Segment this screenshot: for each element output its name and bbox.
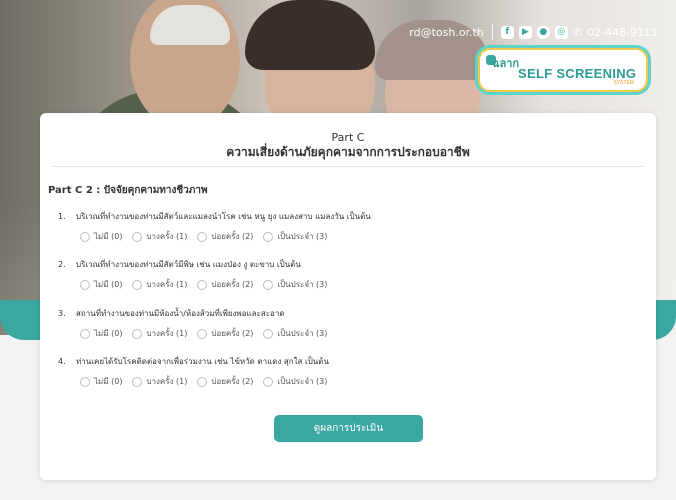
option-label: บ่อยครั้ง (2) xyxy=(211,280,254,289)
section-title: Part C 2 : ปัจจัยคุกคามทางชีวภาพ xyxy=(48,185,208,196)
question-1: 1. บริเวณที่ทำงานของท่านมีสัตว์และแมลงนำโ… xyxy=(58,210,371,223)
option-sometimes[interactable]: บางครั้ง (1) xyxy=(132,278,187,291)
radio-button[interactable] xyxy=(132,231,143,242)
option-never[interactable]: ไม่มี (0) xyxy=(80,327,122,340)
radio-button[interactable] xyxy=(197,279,208,290)
option-label: บ่อยครั้ง (2) xyxy=(211,329,254,338)
radio-button[interactable] xyxy=(197,376,208,387)
option-always[interactable]: เป็นประจำ (3) xyxy=(263,230,327,243)
facebook-icon[interactable]: f xyxy=(500,25,514,39)
option-label: บางครั้ง (1) xyxy=(146,232,188,241)
question-3: 3. สถานที่ทำงานของท่านมีห้องน้ำ/ห้องส้วมท… xyxy=(58,307,285,320)
radio-button[interactable] xyxy=(132,376,143,387)
self-screening-logo[interactable]: ฉลาก SELF SCREENING SYSTEM xyxy=(478,48,648,92)
option-label: บางครั้ง (1) xyxy=(146,377,188,386)
logo-main-text: SELF SCREENING xyxy=(518,66,637,81)
assessment-card: Part C ความเสี่ยงด้านภัยคุกคามจากการประก… xyxy=(40,113,656,480)
option-sometimes[interactable]: บางครั้ง (1) xyxy=(132,230,187,243)
option-label: บางครั้ง (1) xyxy=(146,280,188,289)
option-always[interactable]: เป็นประจำ (3) xyxy=(263,375,327,388)
question-number: 2. xyxy=(58,260,66,269)
youtube-icon[interactable]: ▶ xyxy=(518,25,532,39)
question-number: 4. xyxy=(58,357,66,366)
option-always[interactable]: เป็นประจำ (3) xyxy=(263,327,327,340)
option-often[interactable]: บ่อยครั้ง (2) xyxy=(197,278,253,291)
radio-button[interactable] xyxy=(263,231,274,242)
question-3-options: ไม่มี (0) บางครั้ง (1) บ่อยครั้ง (2) เป็… xyxy=(80,327,327,340)
phone-icon: ✆ xyxy=(572,25,583,39)
radio-button[interactable] xyxy=(80,279,90,290)
option-never[interactable]: ไม่มี (0) xyxy=(80,278,122,291)
option-label: ไม่มี (0) xyxy=(94,232,123,241)
part-title: Part C xyxy=(331,131,365,144)
option-label: บางครั้ง (1) xyxy=(146,329,188,338)
option-label: เป็นประจำ (3) xyxy=(277,232,328,241)
logo-thai-text: ฉลาก xyxy=(492,57,520,70)
line-icon[interactable]: ● xyxy=(536,25,550,39)
radio-button[interactable] xyxy=(197,328,208,339)
option-label: เป็นประจำ (3) xyxy=(277,329,328,338)
phone-number[interactable]: 02-448-9111 xyxy=(587,26,658,39)
option-label: บ่อยครั้ง (2) xyxy=(211,377,254,386)
option-often[interactable]: บ่อยครั้ง (2) xyxy=(197,327,253,340)
question-4-options: ไม่มี (0) บางครั้ง (1) บ่อยครั้ง (2) เป็… xyxy=(80,375,327,388)
option-often[interactable]: บ่อยครั้ง (2) xyxy=(197,375,253,388)
question-text: สถานที่ทำงานของท่านมีห้องน้ำ/ห้องส้วมที่… xyxy=(76,309,285,318)
option-sometimes[interactable]: บางครั้ง (1) xyxy=(132,375,187,388)
radio-button[interactable] xyxy=(132,328,143,339)
option-label: ไม่มี (0) xyxy=(94,377,123,386)
option-label: เป็นประจำ (3) xyxy=(277,377,328,386)
option-often[interactable]: บ่อยครั้ง (2) xyxy=(197,230,253,243)
option-label: บ่อยครั้ง (2) xyxy=(211,232,254,241)
radio-button[interactable] xyxy=(197,231,208,242)
option-label: ไม่มี (0) xyxy=(94,329,123,338)
view-results-button[interactable]: ดูผลการประเมิน xyxy=(274,415,423,442)
question-2-options: ไม่มี (0) บางครั้ง (1) บ่อยครั้ง (2) เป็… xyxy=(80,278,327,291)
question-4: 4. ท่านเคยได้รับโรคติดต่อจากเพื่อร่วมงาน … xyxy=(58,355,329,368)
email-link[interactable]: rd@tosh.or.th xyxy=(409,26,484,39)
question-number: 1. xyxy=(58,212,66,221)
radio-button[interactable] xyxy=(80,376,90,387)
option-sometimes[interactable]: บางครั้ง (1) xyxy=(132,327,187,340)
question-number: 3. xyxy=(58,309,66,318)
radio-button[interactable] xyxy=(80,231,90,242)
option-label: เป็นประจำ (3) xyxy=(277,280,328,289)
title-divider xyxy=(52,166,644,167)
divider xyxy=(491,24,493,40)
question-2: 2. บริเวณที่ทำงานของท่านมีสัตว์มีพิษ เช่น… xyxy=(58,258,301,271)
logo-small-text: SYSTEM xyxy=(613,80,634,86)
card-title: Part C ความเสี่ยงด้านภัยคุกคามจากการประก… xyxy=(40,131,656,159)
radio-button[interactable] xyxy=(80,328,90,339)
radio-button[interactable] xyxy=(263,279,274,290)
option-label: ไม่มี (0) xyxy=(94,280,123,289)
option-never[interactable]: ไม่มี (0) xyxy=(80,230,122,243)
radio-button[interactable] xyxy=(263,328,274,339)
option-never[interactable]: ไม่มี (0) xyxy=(80,375,122,388)
radio-button[interactable] xyxy=(263,376,274,387)
instagram-icon[interactable]: ◎ xyxy=(554,25,568,39)
question-text: บริเวณที่ทำงานของท่านมีสัตว์มีพิษ เช่น แ… xyxy=(76,260,301,269)
question-text: บริเวณที่ทำงานของท่านมีสัตว์และแมลงนำโรค… xyxy=(76,212,371,221)
part-subtitle: ความเสี่ยงด้านภัยคุกคามจากการประกอบอาชีพ xyxy=(226,145,470,159)
option-always[interactable]: เป็นประจำ (3) xyxy=(263,278,327,291)
contact-bar: rd@tosh.or.th f ▶ ● ◎ ✆ 02-448-9111 xyxy=(409,24,658,40)
question-text: ท่านเคยได้รับโรคติดต่อจากเพื่อร่วมงาน เช… xyxy=(76,357,329,366)
question-1-options: ไม่มี (0) บางครั้ง (1) บ่อยครั้ง (2) เป็… xyxy=(80,230,327,243)
radio-button[interactable] xyxy=(132,279,143,290)
